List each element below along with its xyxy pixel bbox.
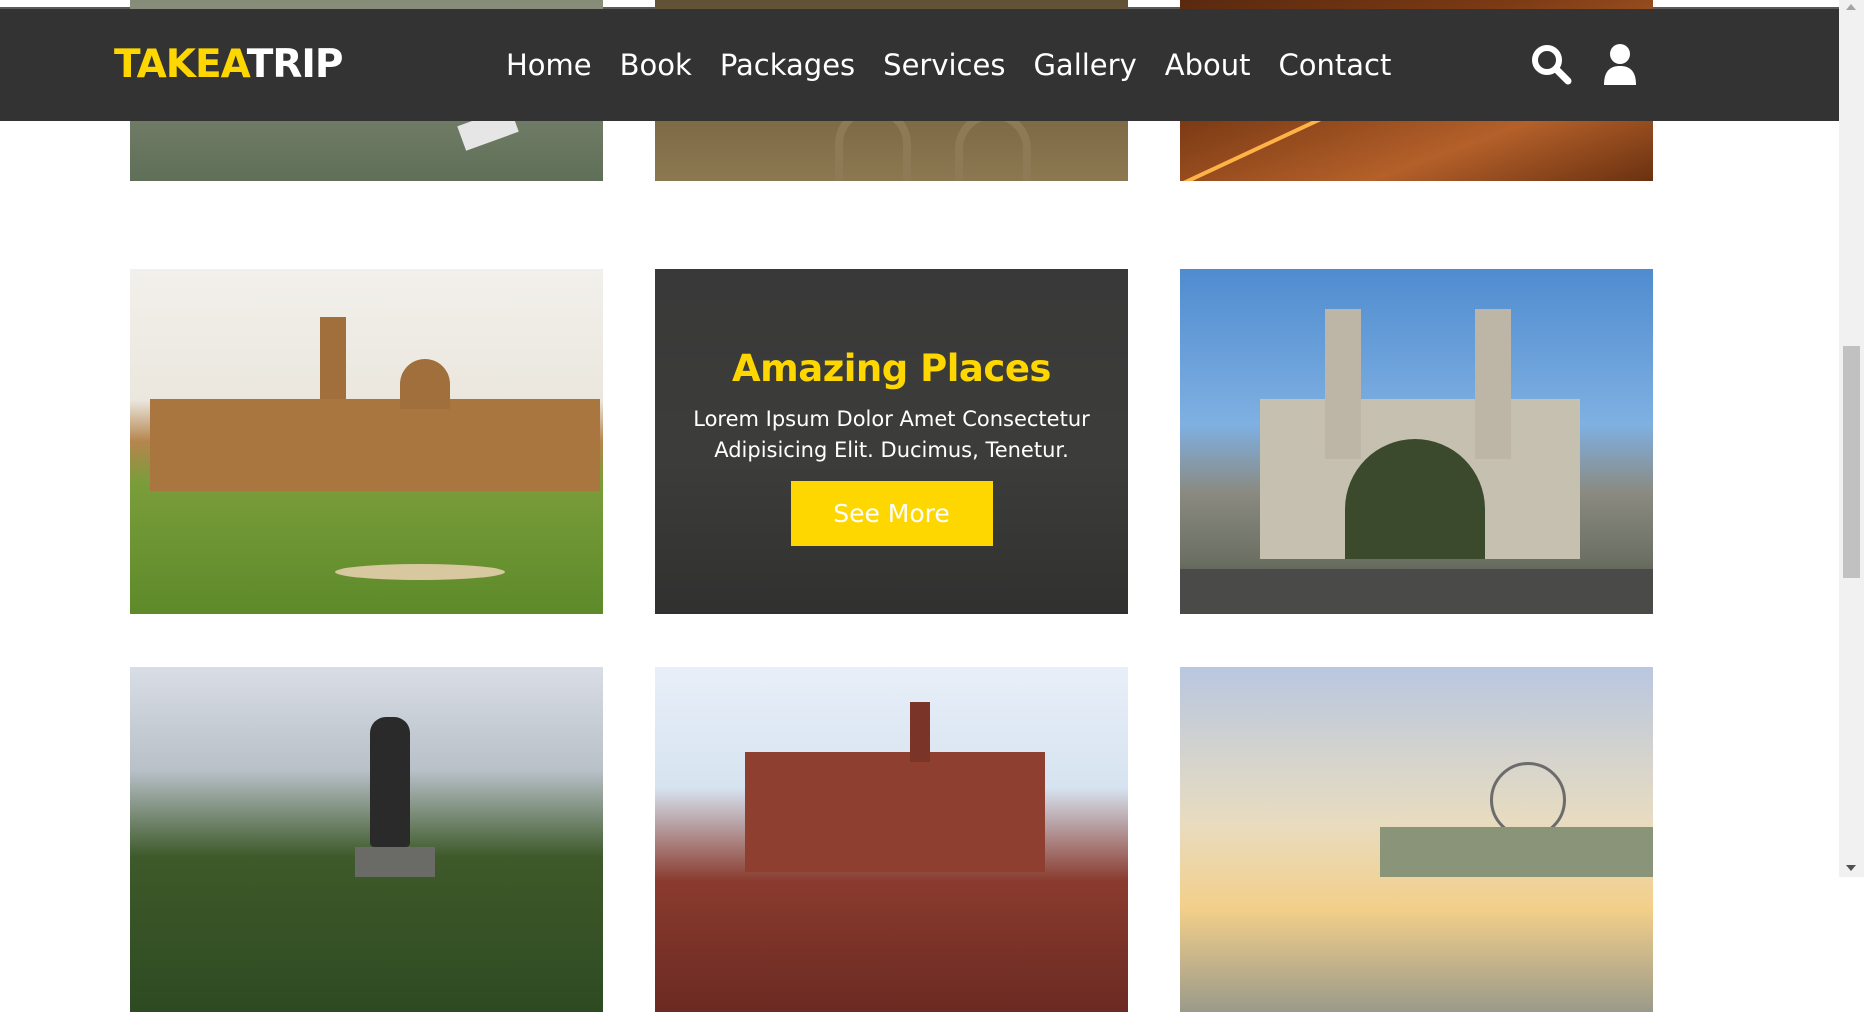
user-icon[interactable] xyxy=(1602,43,1638,85)
nav-home[interactable]: Home xyxy=(506,45,592,85)
nav-contact[interactable]: Contact xyxy=(1279,45,1392,85)
nav-book[interactable]: Book xyxy=(620,45,692,85)
nav-packages[interactable]: Packages xyxy=(720,45,855,85)
scroll-up-arrow-icon[interactable] xyxy=(1846,4,1856,10)
site-logo[interactable]: TAKEATRIP xyxy=(114,42,344,87)
header-icons xyxy=(1530,43,1638,85)
see-more-button[interactable]: See More xyxy=(790,481,993,546)
page-scrollbar[interactable] xyxy=(1839,0,1864,877)
gallery-image-ferris-wheel[interactable] xyxy=(1180,667,1653,1012)
site-header: TAKEATRIP Home Book Packages Services Ga… xyxy=(0,9,1839,121)
gallery-image-palace[interactable] xyxy=(130,269,603,614)
search-icon[interactable] xyxy=(1530,43,1572,85)
featured-overlay: Amazing Places Lorem Ipsum Dolor Amet Co… xyxy=(655,269,1128,614)
featured-description: Lorem Ipsum Dolor Amet Consectetur Adipi… xyxy=(693,407,1090,462)
logo-part-white: TRIP xyxy=(246,42,344,87)
scrollbar-thumb[interactable] xyxy=(1843,346,1860,578)
gallery-image-museum[interactable] xyxy=(655,667,1128,1012)
scroll-down-arrow-icon[interactable] xyxy=(1846,865,1856,871)
nav-gallery[interactable]: Gallery xyxy=(1033,45,1136,85)
nav-about[interactable]: About xyxy=(1165,45,1251,85)
gallery-image-gate[interactable] xyxy=(1180,269,1653,614)
gallery-featured-card: Amazing Places Lorem Ipsum Dolor Amet Co… xyxy=(655,269,1128,614)
gallery-image-statue[interactable] xyxy=(130,667,603,1012)
main-nav: Home Book Packages Services Gallery Abou… xyxy=(506,45,1419,85)
nav-services[interactable]: Services xyxy=(883,45,1005,85)
featured-title: Amazing Places xyxy=(732,347,1051,390)
logo-part-yellow: TAKEA xyxy=(114,42,248,87)
